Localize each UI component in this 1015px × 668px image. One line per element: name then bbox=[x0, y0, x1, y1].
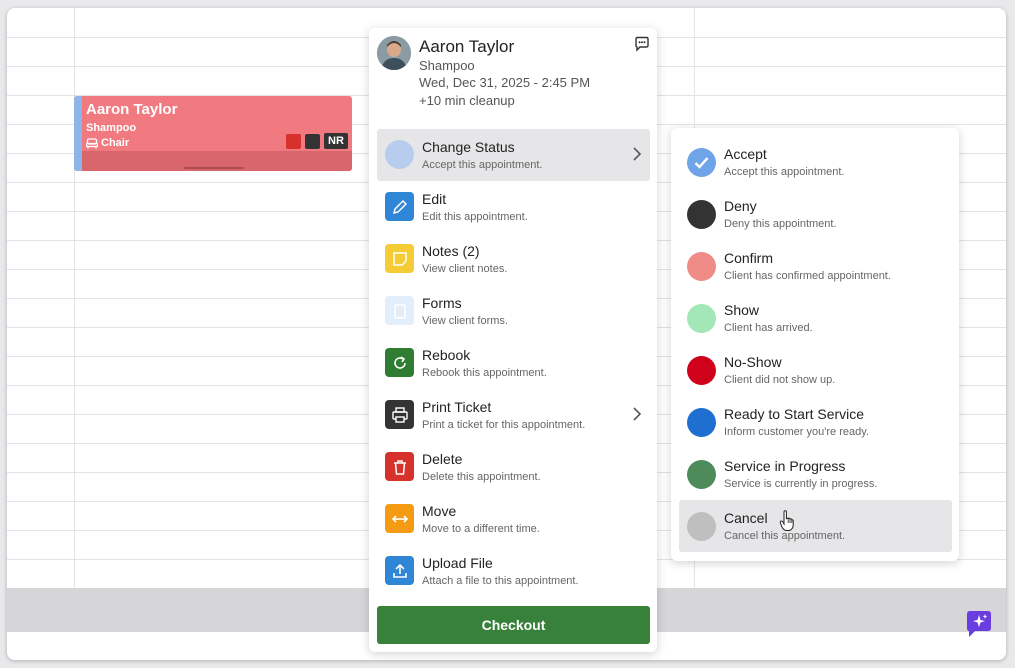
appointment-service: Shampoo bbox=[86, 122, 137, 134]
appointment-status-stripe bbox=[74, 96, 82, 171]
refresh-icon bbox=[385, 348, 414, 377]
chevron-right-icon bbox=[633, 147, 642, 161]
status-dot-icon bbox=[687, 304, 716, 333]
menu-item-rebook[interactable]: Rebook Rebook this appointment. bbox=[377, 337, 650, 389]
note-flag-icon bbox=[286, 133, 301, 149]
chevron-right-icon bbox=[633, 407, 642, 421]
resize-handle[interactable] bbox=[184, 167, 244, 169]
chat-icon[interactable] bbox=[634, 36, 650, 52]
checkout-button[interactable]: Checkout bbox=[377, 606, 650, 644]
form-flag-icon bbox=[305, 133, 320, 149]
menu-item-delete[interactable]: Delete Delete this appointment. bbox=[377, 441, 650, 493]
menu-item-move[interactable]: Move Move to a different time. bbox=[377, 493, 650, 545]
service-name: Shampoo bbox=[419, 58, 475, 73]
move-arrows-icon bbox=[385, 504, 414, 533]
appointment-popup: Aaron Taylor Shampoo Wed, Dec 31, 2025 -… bbox=[369, 28, 657, 652]
appointment-datetime: Wed, Dec 31, 2025 - 2:45 PM bbox=[419, 75, 591, 90]
new-client-badge: NR bbox=[324, 133, 348, 149]
appointment-client-name: Aaron Taylor bbox=[86, 101, 178, 118]
appointment-resource: Chair bbox=[86, 137, 129, 149]
menu-item-change-status[interactable]: Change Status Accept this appointment. bbox=[377, 129, 650, 181]
app-window: Aaron Taylor Shampoo Chair NR Aaron Tayl… bbox=[7, 8, 1006, 660]
clipboard-icon bbox=[385, 296, 414, 325]
appointment-actions-menu: Change Status Accept this appointment. E… bbox=[377, 129, 650, 597]
status-dot-icon bbox=[687, 408, 716, 437]
printer-icon bbox=[385, 400, 414, 429]
status-dot-icon bbox=[687, 252, 716, 281]
status-ready-to-start[interactable]: Ready to Start Service Inform customer y… bbox=[679, 396, 952, 448]
ai-assistant-icon[interactable] bbox=[963, 610, 995, 638]
status-dot-icon bbox=[687, 460, 716, 489]
status-cancel[interactable]: Cancel Cancel this appointment. bbox=[679, 500, 952, 552]
chair-icon bbox=[86, 137, 98, 148]
avatar bbox=[377, 36, 411, 70]
appointment-block[interactable]: Aaron Taylor Shampoo Chair NR bbox=[74, 96, 352, 171]
cleanup-time: +10 min cleanup bbox=[419, 93, 515, 108]
menu-item-notes[interactable]: Notes (2) View client notes. bbox=[377, 233, 650, 285]
status-show[interactable]: Show Client has arrived. bbox=[679, 292, 952, 344]
menu-item-edit[interactable]: Edit Edit this appointment. bbox=[377, 181, 650, 233]
client-name[interactable]: Aaron Taylor bbox=[419, 37, 514, 57]
status-no-show[interactable]: No-Show Client did not show up. bbox=[679, 344, 952, 396]
status-deny[interactable]: Deny Deny this appointment. bbox=[679, 188, 952, 240]
menu-item-print-ticket[interactable]: Print Ticket Print a ticket for this app… bbox=[377, 389, 650, 441]
status-confirm[interactable]: Confirm Client has confirmed appointment… bbox=[679, 240, 952, 292]
status-accept[interactable]: Accept Accept this appointment. bbox=[679, 136, 952, 188]
status-dot-icon bbox=[687, 356, 716, 385]
status-in-progress[interactable]: Service in Progress Service is currently… bbox=[679, 448, 952, 500]
hand-cursor-icon bbox=[779, 510, 794, 531]
check-circle-icon bbox=[687, 148, 716, 177]
menu-item-upload-file[interactable]: Upload File Attach a file to this appoin… bbox=[377, 545, 650, 597]
status-dot-icon bbox=[687, 200, 716, 229]
status-submenu: Accept Accept this appointment. Deny Den… bbox=[671, 128, 959, 561]
upload-icon bbox=[385, 556, 414, 585]
pencil-icon bbox=[385, 192, 414, 221]
menu-item-forms[interactable]: Forms View client forms. bbox=[377, 285, 650, 337]
status-circle-icon bbox=[385, 140, 414, 169]
trash-icon bbox=[385, 452, 414, 481]
note-icon bbox=[385, 244, 414, 273]
status-dot-icon bbox=[687, 512, 716, 541]
